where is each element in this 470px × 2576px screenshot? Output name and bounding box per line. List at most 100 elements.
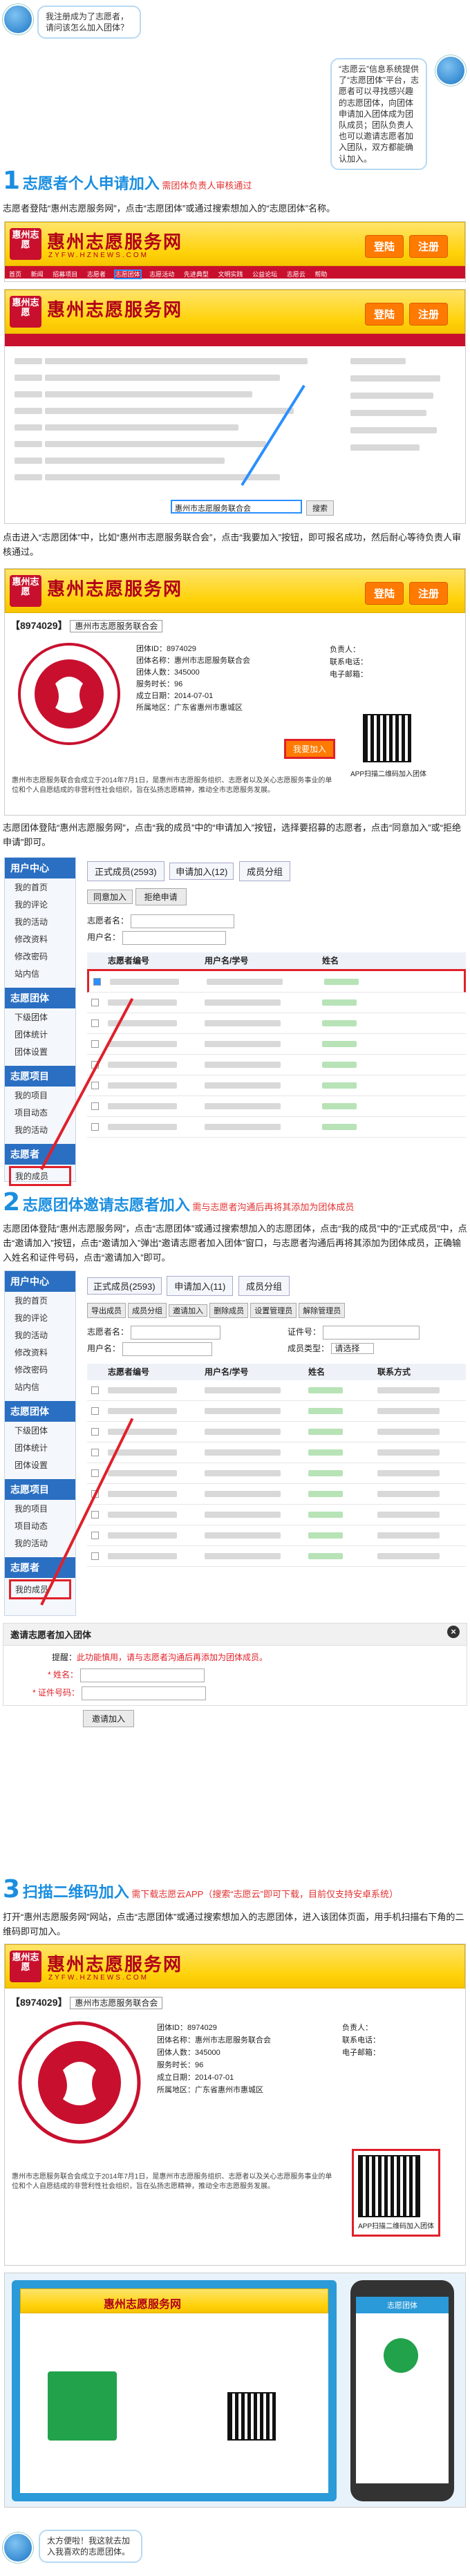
tab-member-groups[interactable]: 成员分组 bbox=[238, 1276, 290, 1296]
tab-applications[interactable]: 申请加入(11) bbox=[167, 1276, 234, 1296]
table-row[interactable] bbox=[87, 1034, 466, 1055]
table-row[interactable] bbox=[87, 1463, 466, 1484]
sidebar-item-activities[interactable]: 我的活动 bbox=[5, 1326, 75, 1344]
sidebar-item-subgroups[interactable]: 下级团体 bbox=[5, 1422, 75, 1439]
table-row[interactable] bbox=[87, 1380, 466, 1401]
invite-id-input[interactable] bbox=[82, 1686, 207, 1700]
nav-help[interactable]: 帮助 bbox=[314, 271, 327, 278]
register-button[interactable]: 注册 bbox=[409, 303, 449, 326]
site-logo-badge[interactable]: 惠州志愿 bbox=[10, 575, 41, 607]
site-logo-text[interactable]: 惠州志愿服务网 bbox=[47, 228, 182, 254]
nav-activities[interactable]: 志愿活动 bbox=[149, 271, 174, 278]
invite-join-button[interactable]: 邀请加入 bbox=[169, 1304, 208, 1317]
table-row[interactable] bbox=[87, 1075, 466, 1096]
site-logo-badge[interactable]: 惠州志愿 bbox=[10, 296, 41, 328]
sidebar-item-profile[interactable]: 修改资料 bbox=[5, 1344, 75, 1361]
nav-groups[interactable]: 志愿团体 bbox=[113, 270, 142, 279]
sidebar-item-profile[interactable]: 修改资料 bbox=[5, 930, 75, 948]
login-button[interactable]: 登陆 bbox=[365, 303, 404, 326]
sidebar-item-my-projects[interactable]: 我的项目 bbox=[5, 1087, 75, 1104]
nav-practice[interactable]: 文明实践 bbox=[218, 271, 243, 278]
table-row[interactable] bbox=[87, 1442, 466, 1463]
sidebar-item-settings[interactable]: 团体设置 bbox=[5, 1456, 75, 1474]
filter-username-input[interactable] bbox=[122, 1342, 213, 1356]
row-checkbox[interactable] bbox=[91, 1552, 99, 1560]
row-checkbox[interactable] bbox=[91, 999, 99, 1006]
sidebar-item-messages[interactable]: 站内信 bbox=[5, 1378, 75, 1395]
table-row[interactable] bbox=[87, 1484, 466, 1505]
nav-home[interactable]: 首页 bbox=[9, 271, 21, 278]
table-row[interactable] bbox=[87, 969, 466, 993]
row-checkbox[interactable] bbox=[91, 1532, 99, 1539]
sidebar-item-home[interactable]: 我的首页 bbox=[5, 1292, 75, 1309]
row-checkbox[interactable] bbox=[91, 1102, 99, 1110]
table-row[interactable] bbox=[87, 993, 466, 1013]
sidebar-item-comments[interactable]: 我的评论 bbox=[5, 896, 75, 913]
invite-submit-button[interactable]: 邀请加入 bbox=[83, 1710, 135, 1727]
tab-member-groups[interactable]: 成员分组 bbox=[238, 861, 290, 881]
table-row[interactable] bbox=[87, 1401, 466, 1422]
sidebar-item-my-members[interactable]: 我的成员 bbox=[9, 1579, 71, 1599]
login-button[interactable]: 登陆 bbox=[365, 235, 404, 258]
delete-member-button[interactable]: 删除成员 bbox=[209, 1303, 249, 1318]
sidebar-item-stats[interactable]: 团体统计 bbox=[5, 1026, 75, 1043]
site-logo-text[interactable]: 惠州志愿服务网 bbox=[47, 575, 182, 601]
table-row[interactable] bbox=[87, 1422, 466, 1442]
row-checkbox[interactable] bbox=[91, 1428, 99, 1436]
register-button[interactable]: 注册 bbox=[409, 235, 449, 258]
row-checkbox[interactable] bbox=[91, 1123, 99, 1131]
site-logo-badge[interactable]: 惠州志愿 bbox=[10, 1950, 41, 1982]
sidebar-item-project-news[interactable]: 项目动态 bbox=[5, 1517, 75, 1534]
row-checkbox[interactable] bbox=[93, 978, 101, 986]
row-checkbox[interactable] bbox=[91, 1019, 99, 1027]
table-row[interactable] bbox=[87, 1546, 466, 1567]
table-row[interactable] bbox=[87, 1525, 466, 1546]
set-admin-button[interactable]: 设置管理员 bbox=[250, 1303, 297, 1318]
table-row[interactable] bbox=[87, 1505, 466, 1525]
register-button[interactable]: 注册 bbox=[409, 582, 449, 605]
site-logo-badge[interactable]: 惠州志愿 bbox=[10, 228, 41, 260]
row-checkbox[interactable] bbox=[91, 1040, 99, 1048]
invite-name-input[interactable] bbox=[80, 1668, 205, 1682]
filter-type-select[interactable]: 请选择 bbox=[331, 1343, 375, 1354]
sidebar-item-settings[interactable]: 团体设置 bbox=[5, 1043, 75, 1060]
tab-formal-members[interactable]: 正式成员(2593) bbox=[87, 1277, 162, 1295]
row-checkbox[interactable] bbox=[91, 1511, 99, 1519]
filter-username-input[interactable] bbox=[122, 930, 227, 945]
sidebar-item-subgroups[interactable]: 下级团体 bbox=[5, 1008, 75, 1026]
site-logo-text[interactable]: 惠州志愿服务网 bbox=[47, 1950, 182, 1976]
group-search-button[interactable]: 搜索 bbox=[306, 500, 334, 516]
sidebar-item-stats[interactable]: 团体统计 bbox=[5, 1439, 75, 1456]
row-checkbox[interactable] bbox=[91, 1386, 99, 1394]
site-logo-text[interactable]: 惠州志愿服务网 bbox=[47, 296, 182, 321]
row-checkbox[interactable] bbox=[91, 1082, 99, 1089]
sidebar-item-my-activities[interactable]: 我的活动 bbox=[5, 1534, 75, 1552]
row-checkbox[interactable] bbox=[91, 1469, 99, 1477]
nav-cloud[interactable]: 志愿云 bbox=[287, 271, 306, 278]
nav-models[interactable]: 先进典型 bbox=[184, 271, 209, 278]
unset-admin-button[interactable]: 解除管理员 bbox=[299, 1303, 346, 1318]
login-button[interactable]: 登陆 bbox=[365, 582, 404, 605]
group-members-button[interactable]: 成员分组 bbox=[128, 1303, 167, 1318]
row-checkbox[interactable] bbox=[91, 1449, 99, 1456]
filter-name-input[interactable] bbox=[131, 914, 235, 928]
sidebar-item-activities[interactable]: 我的活动 bbox=[5, 913, 75, 930]
tab-formal-members[interactable]: 正式成员(2593) bbox=[87, 861, 164, 881]
reject-apply-button[interactable]: 拒绝申请 bbox=[135, 888, 187, 905]
close-icon[interactable]: × bbox=[447, 1626, 460, 1638]
sidebar-item-password[interactable]: 修改密码 bbox=[5, 1361, 75, 1378]
agree-join-button[interactable]: 同意加入 bbox=[87, 890, 133, 904]
nav-news[interactable]: 新闻 bbox=[31, 271, 44, 278]
table-row[interactable] bbox=[87, 1117, 466, 1138]
group-search-input[interactable]: 惠州市志愿服务联合会 bbox=[171, 500, 302, 514]
export-members-button[interactable]: 导出成员 bbox=[87, 1303, 126, 1318]
filter-name-input[interactable] bbox=[131, 1325, 221, 1339]
nav-volunteer[interactable]: 志愿者 bbox=[87, 271, 106, 278]
sidebar-item-messages[interactable]: 站内信 bbox=[5, 965, 75, 982]
nav-forum[interactable]: 公益论坛 bbox=[252, 271, 277, 278]
table-row[interactable] bbox=[87, 1013, 466, 1034]
join-group-button[interactable]: 我要加入 bbox=[284, 739, 336, 759]
sidebar-item-home[interactable]: 我的首页 bbox=[5, 878, 75, 896]
filter-idno-input[interactable] bbox=[323, 1325, 420, 1339]
nav-recruit[interactable]: 招募项目 bbox=[53, 271, 77, 278]
